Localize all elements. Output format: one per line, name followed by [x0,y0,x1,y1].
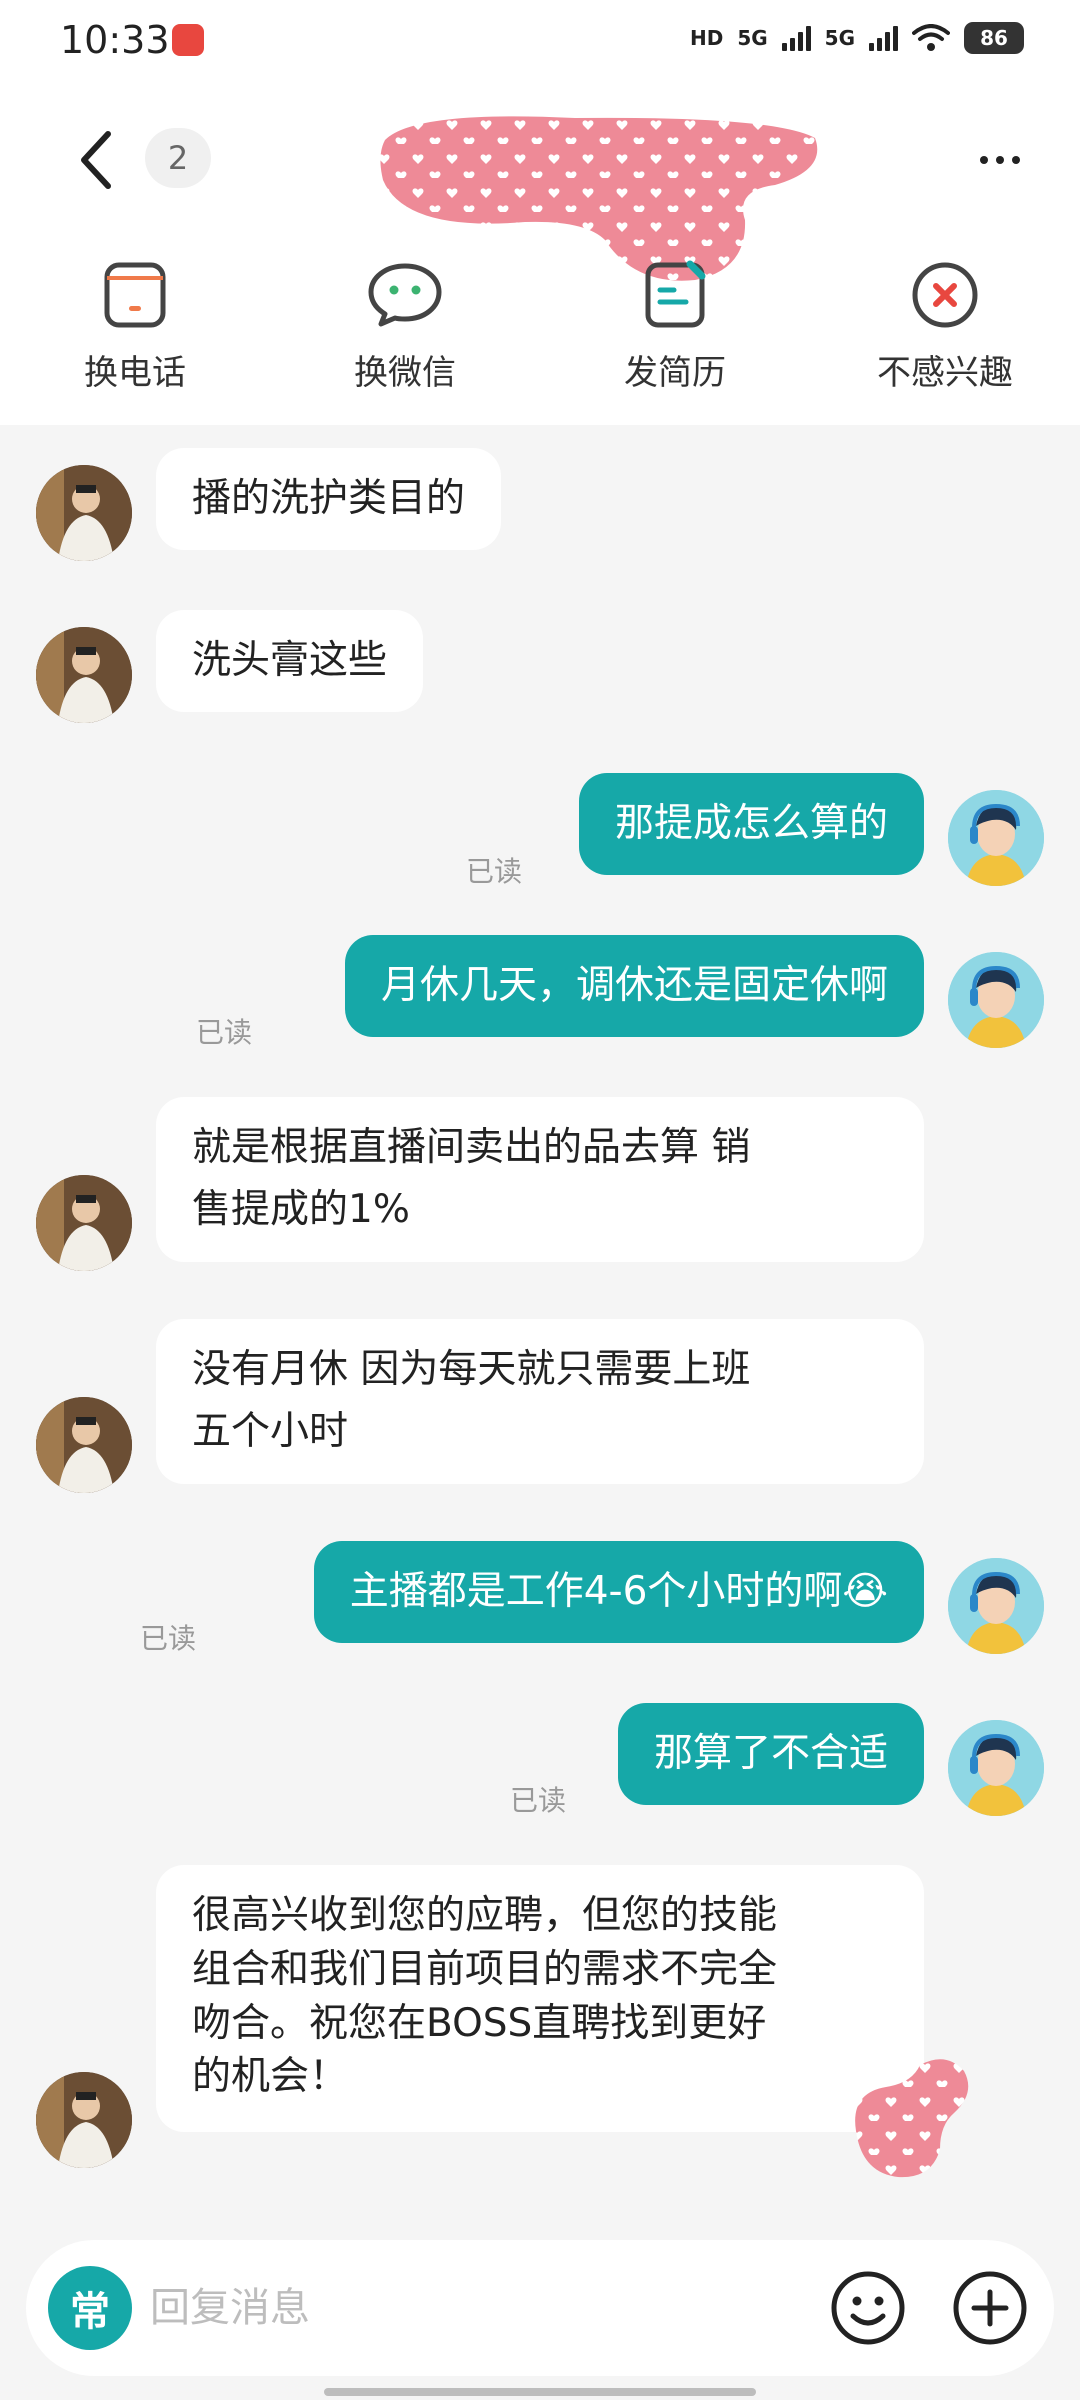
action-exchange-phone[interactable]: 换电话 [0,255,270,405]
message-bubble-outgoing[interactable]: 主播都是工作4-6个小时的啊😭 [313,1541,924,1644]
emoji-button[interactable] [828,2268,908,2348]
common-phrases-button[interactable]: 常 [48,2266,132,2350]
more-dot [1012,156,1020,164]
more-dot [996,156,1004,164]
message-bubble-incoming[interactable]: 很高兴收到您的应聘，但您的技能 组合和我们目前项目的需求不完全 吻合。祝您在BO… [156,1865,924,2133]
action-label: 换微信 [354,353,456,393]
message-bubble-outgoing[interactable]: 那算了不合适 [617,1703,924,1806]
message-line: 就是根据直播间卖出的品去算 销 [192,1125,751,1170]
more-options-button[interactable] [950,2268,1030,2348]
status-bar: 10:33 HD 5G 5G 86 [0,0,1080,80]
recruiter-avatar[interactable] [36,1175,132,1271]
action-exchange-wechat[interactable]: 换微信 [270,255,540,405]
message-bubble-incoming[interactable]: 没有月休 因为每天就只需要上班 五个小时 [156,1319,924,1484]
message-line: 五个小时 [192,1409,349,1455]
hd-label: HD [689,26,724,50]
quick-actions: 换电话 换微信 发简历 不感兴趣 [0,255,1080,405]
battery-indicator: 86 [964,22,1024,54]
close-circle-icon [905,255,985,335]
message-text: 主播都是工作4-6个小时的啊 [349,1569,843,1614]
message-bubble-incoming[interactable]: 播的洗护类目的 [156,448,502,551]
network-label-2: 5G [824,26,855,50]
emoji-icon [831,2271,905,2345]
reply-box: 常 [26,2240,1054,2376]
app-notification-icon [172,24,204,56]
status-time: 10:33 [60,18,170,62]
my-avatar[interactable] [948,1720,1044,1816]
read-status: 已读 [466,855,523,888]
recruiter-avatar[interactable] [36,627,132,723]
unread-count-badge[interactable]: 2 [145,128,211,188]
message-bubble-outgoing[interactable]: 月休几天，调休还是固定休啊 [344,935,924,1038]
network-label-1: 5G [737,26,768,50]
message-list[interactable]: 播的洗护类目的 洗头膏这些 已读 那提成怎么算的 已读 月休几天，调休还是固定休… [0,425,1080,2220]
chat-screen: 10:33 HD 5G 5G 86 2 换电话 换微信 发简历 不感兴趣 播的洗… [0,0,1080,2400]
my-avatar[interactable] [948,1558,1044,1654]
recruiter-avatar[interactable] [36,1397,132,1493]
message-line: 很高兴收到您的应聘，但您的技能 [192,1893,778,1938]
read-status: 已读 [140,1622,197,1655]
back-button[interactable] [66,124,126,196]
phone-icon [95,255,175,335]
message-line: 售提成的1% [192,1187,410,1233]
action-send-resume[interactable]: 发简历 [540,255,810,405]
action-label: 换电话 [84,353,186,393]
nav-row: 2 [0,100,1080,281]
recruiter-avatar[interactable] [36,465,132,561]
input-bar: 常 [0,2220,1080,2400]
crying-emoji: 😭 [842,1569,888,1614]
message-line: 组合和我们目前项目的需求不完全 [192,1946,778,1992]
read-status: 已读 [196,1016,253,1049]
resume-icon [635,255,715,335]
wifi-icon [912,24,950,51]
action-not-interested[interactable]: 不感兴趣 [810,255,1080,405]
more-horizontal-icon [980,156,988,164]
message-line: 吻合。祝您在BOSS直聘找到更好 [192,2000,767,2046]
more-button[interactable] [960,130,1040,190]
my-avatar[interactable] [948,952,1044,1048]
redacted-mask [855,2059,969,2178]
reply-input[interactable] [150,2266,810,2350]
plus-circle-icon [953,2271,1027,2345]
message-line: 没有月休 因为每天就只需要上班 [192,1347,751,1392]
recruiter-avatar[interactable] [36,2072,132,2168]
message-bubble-incoming[interactable]: 就是根据直播间卖出的品去算 销 售提成的1% [156,1097,924,1262]
home-indicator[interactable] [324,2388,756,2396]
signal-icon [781,25,811,51]
my-avatar[interactable] [948,790,1044,886]
status-indicators: HD 5G 5G 86 [690,22,1024,54]
read-status: 已读 [510,1784,567,1817]
wechat-icon [365,255,445,335]
chevron-left-icon [81,131,111,189]
signal-icon [869,25,898,51]
chat-header: 10:33 HD 5G 5G 86 2 换电话 换微信 发简历 不感兴趣 [0,0,1080,425]
action-label: 发简历 [624,353,726,393]
action-label: 不感兴趣 [877,353,1013,393]
message-bubble-incoming[interactable]: 洗头膏这些 [156,610,424,713]
message-line: 的机会！ [192,2054,349,2100]
message-bubble-outgoing[interactable]: 那提成怎么算的 [578,773,924,876]
